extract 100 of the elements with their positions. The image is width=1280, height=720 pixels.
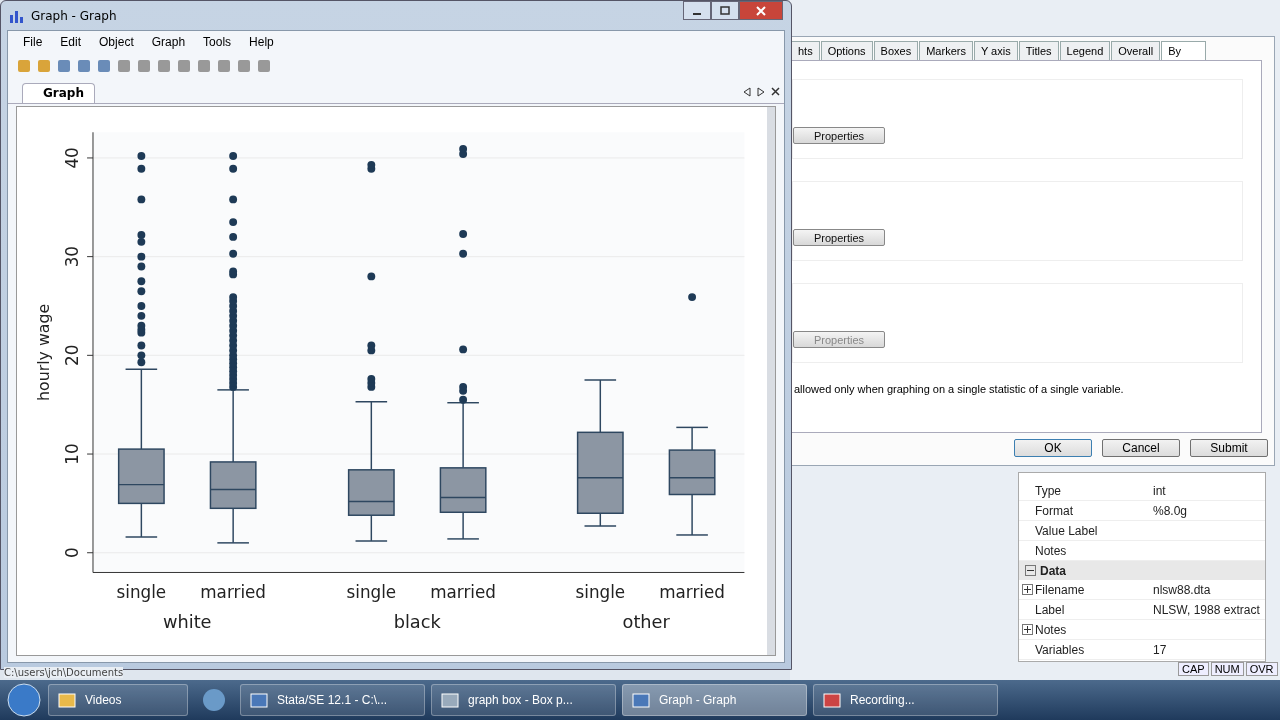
- outlier-point: [459, 382, 468, 391]
- y-tick-label: 10: [62, 443, 83, 465]
- outlier-point: [137, 152, 146, 160]
- outlier-point: [137, 341, 146, 350]
- y-tick-label: 40: [62, 147, 83, 169]
- minimize-icon: [693, 12, 701, 15]
- x-category-label: married: [659, 582, 725, 603]
- outlier-point: [137, 237, 146, 246]
- menu-item[interactable]: Help: [240, 35, 283, 49]
- left-arrow-icon[interactable]: [743, 87, 751, 97]
- property-value: NLSW, 1988 extract: [1153, 602, 1261, 617]
- outlier-point: [459, 230, 468, 238]
- x-group-label: black: [393, 611, 441, 632]
- outlier-point: [459, 345, 468, 354]
- menu-item[interactable]: Object: [90, 35, 143, 49]
- dialog-button[interactable]: Cancel: [1102, 439, 1180, 457]
- x-category-label: married: [430, 582, 496, 603]
- x-group-label: other: [622, 611, 670, 632]
- outlier-point: [137, 287, 146, 296]
- menu-item[interactable]: Graph: [142, 35, 195, 49]
- start-button[interactable]: [6, 682, 42, 718]
- properties-button[interactable]: Properties: [793, 229, 885, 246]
- x-group-label: white: [162, 611, 212, 632]
- outlier-point: [229, 232, 238, 241]
- dialog-button[interactable]: Submit: [1190, 439, 1268, 457]
- x-category-label: single: [346, 582, 397, 603]
- property-name: Variables: [1035, 642, 1086, 657]
- outlier-point: [229, 164, 238, 173]
- dialog-tab[interactable]: Legend: [1059, 41, 1111, 60]
- document-tab[interactable]: Graph: [22, 83, 95, 103]
- dialog-tab[interactable]: Markers: [919, 41, 973, 60]
- status-indicator: NUM: [1210, 662, 1244, 676]
- outlier-point: [229, 195, 238, 204]
- menu-item[interactable]: Edit: [51, 35, 91, 49]
- property-value: %8.0g: [1153, 503, 1189, 518]
- outlier-point: [459, 395, 468, 404]
- note-text: allowed only when graphing on a single statistic of a single variable.: [793, 383, 1125, 395]
- close-icon: [756, 5, 766, 16]
- outlier-point: [367, 272, 376, 281]
- outlier-point: [229, 249, 238, 258]
- window-title: Graph - Graph: [31, 8, 117, 23]
- y-tick-label: 30: [62, 245, 83, 268]
- outlier-point: [367, 160, 376, 169]
- outlier-point: [367, 341, 376, 350]
- x-category-label: single: [575, 582, 626, 603]
- property-name: Format: [1035, 503, 1074, 518]
- maximize-icon: [720, 5, 730, 16]
- plus-icon[interactable]: [1022, 624, 1033, 635]
- outlier-point: [229, 218, 238, 227]
- properties-button[interactable]: Properties: [793, 127, 885, 144]
- close-icon[interactable]: [771, 87, 780, 96]
- outlier-point: [137, 164, 146, 173]
- property-name: Label: [1035, 602, 1066, 617]
- taskbar-button[interactable]: graph box - Box p...: [431, 684, 616, 716]
- taskbar-button[interactable]: Videos: [48, 684, 188, 716]
- outlier-point: [229, 267, 238, 276]
- dialog-button[interactable]: OK: [1014, 439, 1092, 457]
- outlier-point: [137, 195, 146, 204]
- outlier-point: [137, 351, 146, 360]
- property-name: Notes: [1035, 543, 1068, 558]
- outlier-point: [688, 293, 697, 302]
- outlier-point: [137, 311, 146, 320]
- property-name: Type: [1035, 483, 1062, 498]
- property-name: Filename: [1035, 582, 1086, 597]
- maximize-button[interactable]: [711, 1, 739, 20]
- property-name: Notes: [1035, 622, 1068, 637]
- dialog-tab[interactable]: Boxes: [873, 41, 919, 60]
- scrollbar[interactable]: [767, 107, 775, 655]
- outlier-point: [137, 277, 146, 286]
- dialog-tab[interactable]: By: [1161, 41, 1206, 60]
- outlier-point: [229, 293, 238, 302]
- close-button[interactable]: [739, 1, 783, 20]
- dialog-tab[interactable]: Titles: [1018, 41, 1059, 60]
- taskbar-button[interactable]: Stata/SE 12.1 - C:\...: [240, 684, 425, 716]
- taskbar-button[interactable]: Recording...: [813, 684, 998, 716]
- outlier-point: [229, 152, 238, 160]
- outlier-point: [459, 249, 468, 258]
- minimize-button[interactable]: [683, 1, 711, 20]
- property-name: Value Label: [1035, 523, 1099, 538]
- right-arrow-icon[interactable]: [757, 87, 765, 97]
- status-indicator: CAP: [1178, 662, 1209, 676]
- dialog-tab[interactable]: Overall: [1111, 41, 1161, 60]
- property-value: int: [1153, 483, 1167, 498]
- section-header[interactable]: Data: [1019, 561, 1265, 580]
- x-category-label: single: [116, 582, 167, 603]
- y-axis-title: hourly wage: [33, 303, 53, 401]
- menu-item[interactable]: File: [14, 35, 52, 49]
- plus-icon[interactable]: [1022, 584, 1033, 595]
- y-tick-label: 0: [62, 547, 83, 559]
- path-text: C:\users\jch\Documents: [4, 667, 124, 678]
- outlier-point: [137, 358, 146, 367]
- property-value: 17: [1153, 642, 1168, 657]
- dialog-tab[interactable]: Y axis: [973, 41, 1018, 60]
- dialog-tab[interactable]: Options: [820, 41, 873, 60]
- outlier-point: [137, 252, 146, 261]
- y-tick-label: 20: [62, 344, 83, 366]
- dialog-tab[interactable]: hts: [791, 41, 820, 60]
- minus-icon: [1025, 565, 1036, 576]
- menu-item[interactable]: Tools: [194, 35, 241, 49]
- x-category-label: married: [200, 582, 266, 603]
